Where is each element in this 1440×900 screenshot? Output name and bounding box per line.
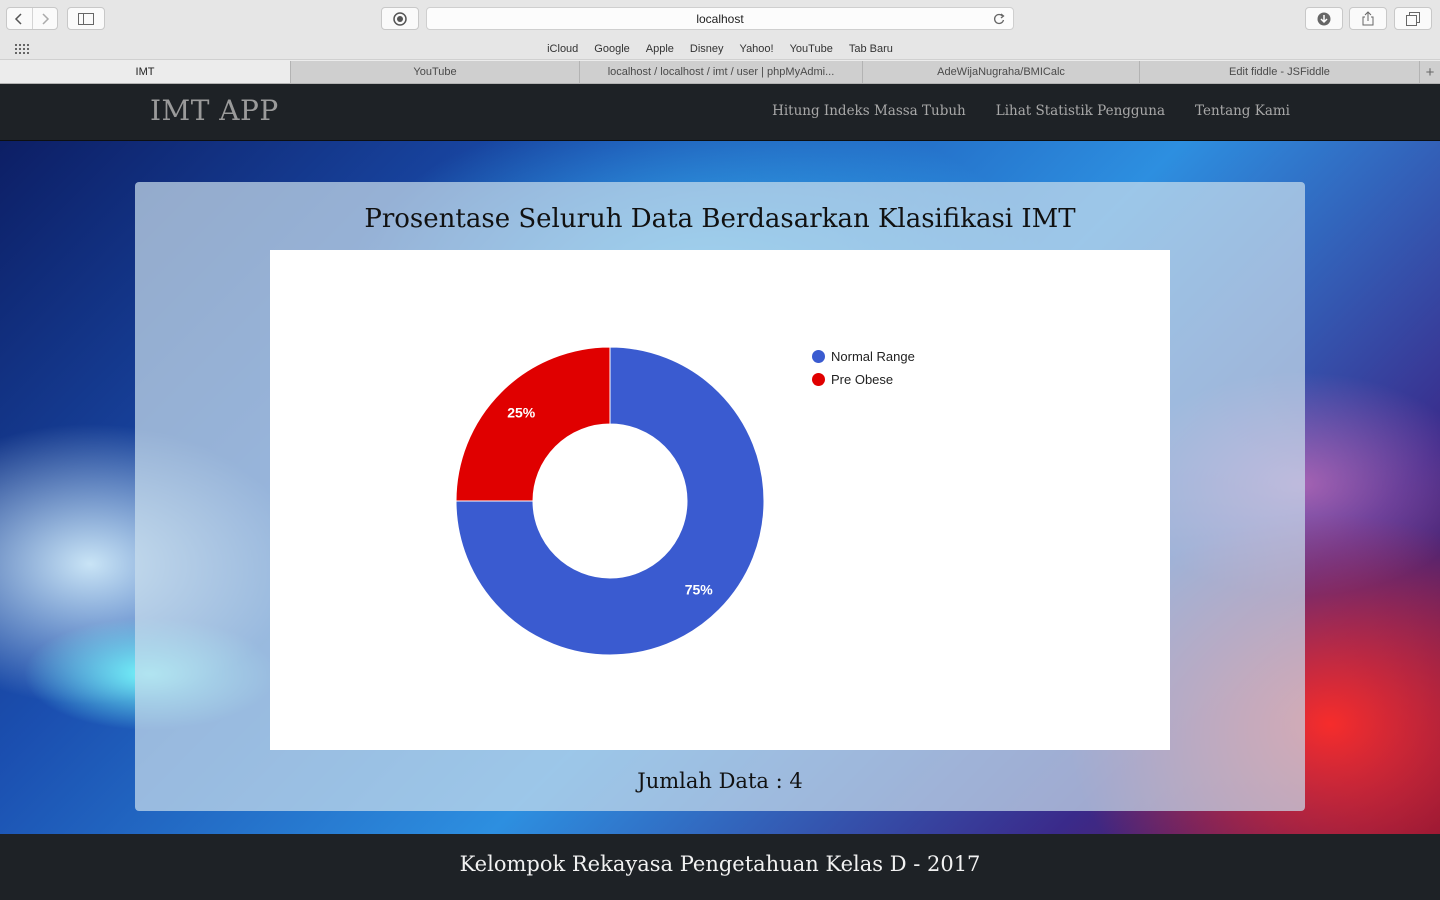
legend-label: Pre Obese — [831, 372, 894, 387]
privacy-icon — [393, 11, 407, 26]
address-text: localhost — [696, 11, 744, 26]
data-count: Jumlah Data : 4 — [637, 769, 803, 793]
favorite-link[interactable]: Disney — [682, 41, 732, 57]
favorite-link[interactable]: Yahoo! — [732, 41, 782, 57]
tab-youtube[interactable]: YouTube — [291, 61, 580, 83]
legend-label: Normal Range — [831, 349, 915, 364]
share-button[interactable] — [1349, 7, 1387, 30]
statistics-panel: Prosentase Seluruh Data Berdasarkan Klas… — [135, 182, 1305, 811]
share-icon — [1362, 11, 1374, 26]
shield-button[interactable] — [381, 7, 419, 30]
sidebar-icon — [78, 12, 94, 25]
legend-color-dot — [812, 350, 825, 363]
site-navbar: IMT APP Hitung Indeks Massa Tubuh Lihat … — [0, 84, 1440, 141]
favorite-link[interactable]: iCloud — [539, 41, 586, 57]
reload-icon[interactable] — [991, 11, 1007, 27]
donut-chart: 75% 25% — [455, 346, 765, 656]
legend-color-dot — [812, 373, 825, 386]
donut-slice-label: 75% — [685, 582, 714, 598]
chevron-left-icon — [15, 12, 22, 25]
chevron-right-icon — [42, 12, 49, 25]
tab-bar: IMT YouTube localhost / localhost / imt … — [0, 61, 1440, 84]
nav-link-hitung[interactable]: Hitung Indeks Massa Tubuh — [772, 103, 966, 119]
browser-toolbar: localhost — [0, 0, 1440, 38]
nav-link-tentang[interactable]: Tentang Kami — [1195, 103, 1290, 119]
web-page: IMT APP Hitung Indeks Massa Tubuh Lihat … — [0, 84, 1440, 900]
favorite-link[interactable]: YouTube — [782, 41, 841, 57]
site-footer: Kelompok Rekayasa Pengetahuan Kelas D - … — [0, 834, 1440, 900]
tab-jsfiddle[interactable]: Edit fiddle - JSFiddle — [1140, 61, 1420, 83]
new-tab-plus-icon[interactable]: + — [1420, 61, 1440, 83]
tab-overview-button[interactable] — [1394, 7, 1432, 30]
legend-item-pre-obese[interactable]: Pre Obese — [812, 368, 915, 391]
forward-button[interactable] — [31, 8, 58, 29]
tabs-icon — [1406, 11, 1420, 26]
chart-legend: Normal Range Pre Obese — [812, 345, 915, 391]
favorites-bar: iCloud Google Apple Disney Yahoo! YouTub… — [0, 38, 1440, 60]
donut-slice-pre-obese[interactable] — [455, 346, 611, 502]
favorite-link[interactable]: Apple — [638, 41, 682, 57]
history-nav — [6, 7, 58, 30]
tab-phpmyadmin[interactable]: localhost / localhost / imt / user | php… — [580, 61, 863, 83]
site-brand[interactable]: IMT APP — [150, 94, 279, 127]
chart-container: 75% 25% Normal Range Pre Obese — [270, 250, 1170, 750]
downloads-button[interactable] — [1305, 7, 1343, 30]
legend-item-normal-range[interactable]: Normal Range — [812, 345, 915, 368]
footer-text: Kelompok Rekayasa Pengetahuan Kelas D - … — [459, 852, 981, 876]
back-button[interactable] — [7, 8, 32, 29]
address-bar[interactable]: localhost — [426, 7, 1014, 30]
nav-links: Hitung Indeks Massa Tubuh Lihat Statisti… — [772, 103, 1290, 119]
donut-slice-label: 25% — [507, 404, 536, 420]
tab-github[interactable]: AdeWijaNugraha/BMICalc — [863, 61, 1140, 83]
tab-imt[interactable]: IMT — [0, 61, 291, 83]
favorite-link[interactable]: Google — [586, 41, 637, 57]
favorites-list: iCloud Google Apple Disney Yahoo! YouTub… — [0, 41, 1440, 57]
nav-link-statistik[interactable]: Lihat Statistik Pengguna — [996, 103, 1165, 119]
favorite-link[interactable]: Tab Baru — [841, 41, 901, 57]
sidebar-toggle-button[interactable] — [67, 7, 105, 30]
panel-title: Prosentase Seluruh Data Berdasarkan Klas… — [364, 204, 1076, 234]
download-icon — [1317, 12, 1331, 25]
